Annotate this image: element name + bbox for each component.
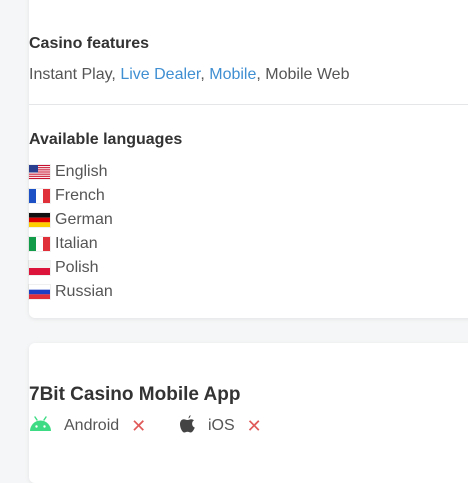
apple-icon: [179, 414, 196, 439]
feature-mobile-web: Mobile Web: [265, 66, 350, 83]
mobile-app-title: 7Bit Casino Mobile App: [29, 384, 241, 405]
feature-instant-play: Instant Play: [29, 66, 112, 83]
language-label: French: [55, 187, 105, 204]
cross-icon: ✕: [131, 416, 147, 436]
language-label: Russian: [55, 283, 113, 300]
platform-ios: iOS ✕: [179, 413, 262, 439]
it-flag-icon: [29, 237, 50, 251]
language-item: Polish: [29, 256, 113, 280]
language-label: English: [55, 163, 108, 180]
pl-flag-icon: [29, 261, 50, 275]
feature-separator: ,: [256, 66, 266, 83]
feature-mobile-link[interactable]: Mobile: [209, 66, 256, 83]
de-flag-icon: [29, 213, 50, 227]
language-label: Italian: [55, 235, 98, 252]
language-label: German: [55, 211, 113, 228]
language-item: Italian: [29, 232, 113, 256]
language-item: Russian: [29, 280, 113, 304]
feature-separator: ,: [200, 66, 210, 83]
feature-separator: ,: [111, 66, 121, 83]
platform-label: Android: [64, 417, 120, 434]
languages-list: English French German Italian Polish Rus…: [29, 160, 113, 304]
casino-features-list: Instant Play, Live Dealer, Mobile, Mobil…: [29, 66, 349, 84]
casino-features-title: Casino features: [29, 35, 150, 52]
available-languages-title: Available languages: [29, 131, 183, 148]
cross-icon: ✕: [246, 416, 262, 436]
us-flag-icon: [29, 165, 50, 179]
language-item: German: [29, 208, 113, 232]
platform-label: iOS: [208, 417, 235, 434]
section-divider: [29, 104, 468, 105]
feature-live-dealer-link[interactable]: Live Dealer: [120, 66, 200, 83]
platform-android: Android ✕: [29, 413, 146, 439]
language-item: French: [29, 184, 113, 208]
language-label: Polish: [55, 259, 99, 276]
fr-flag-icon: [29, 189, 50, 203]
language-item: English: [29, 160, 113, 184]
android-icon: [29, 415, 52, 437]
ru-flag-icon: [29, 285, 50, 299]
